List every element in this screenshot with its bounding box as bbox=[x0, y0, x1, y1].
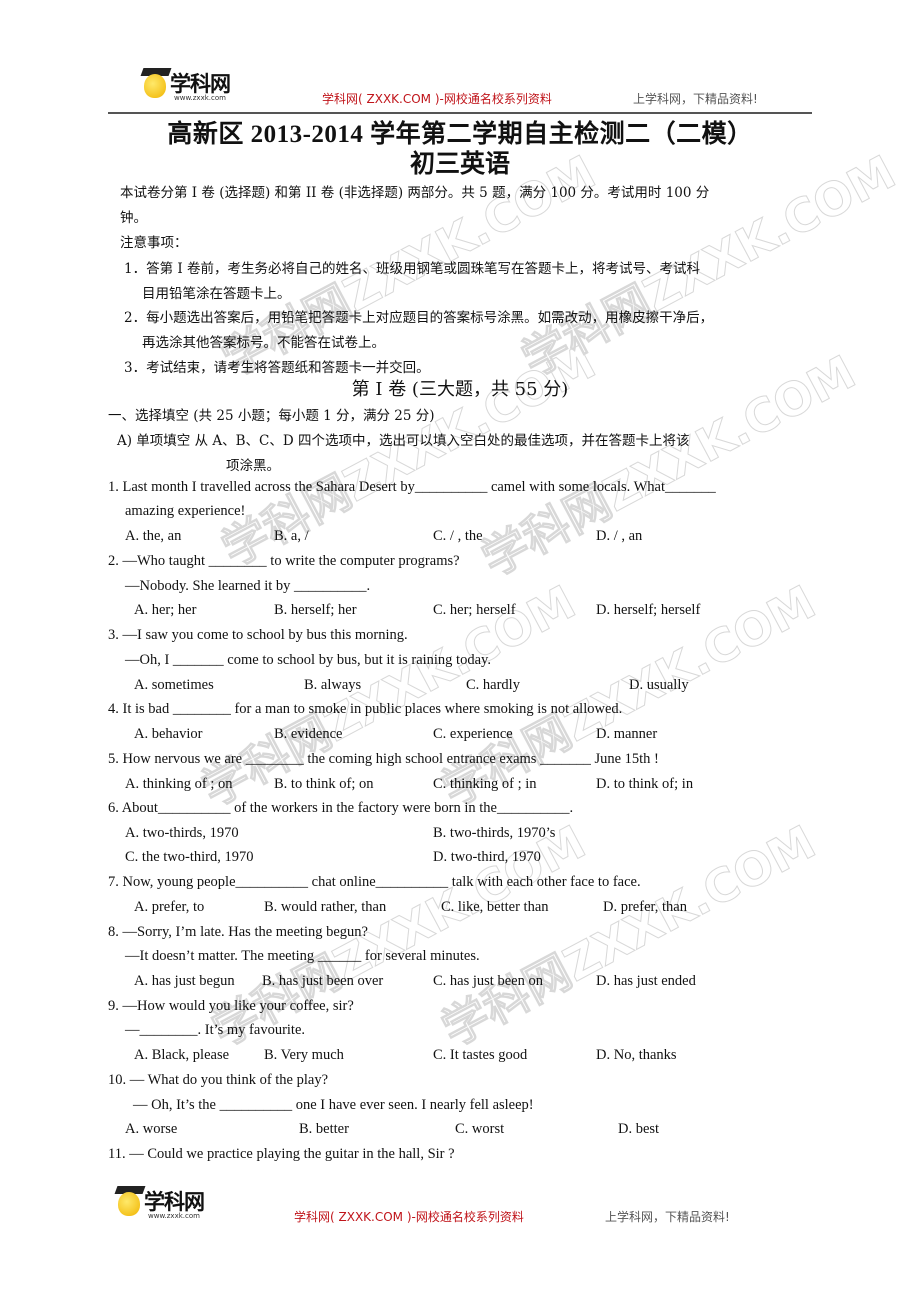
question-3: 3. —I saw you come to school by bus this… bbox=[108, 627, 408, 643]
option-a[interactable]: A. Black, please bbox=[134, 1047, 229, 1064]
option-a[interactable]: A. her; her bbox=[134, 602, 196, 619]
option-c[interactable]: C. her; herself bbox=[433, 602, 516, 619]
option-a[interactable]: A. prefer, to bbox=[134, 899, 204, 916]
option-a[interactable]: A. the, an bbox=[125, 528, 181, 545]
question-4: 4. It is bad ________ for a man to smoke… bbox=[108, 701, 623, 717]
question-3-cont: —Oh, I _______ come to school by bus, bu… bbox=[125, 652, 491, 668]
exam-subtitle: 初三英语 bbox=[409, 151, 510, 178]
question-5: 5. How nervous we are ________ the comin… bbox=[108, 751, 659, 767]
option-d[interactable]: D. / , an bbox=[596, 528, 642, 545]
question-10: 10. — What do you think of the play? bbox=[108, 1072, 329, 1088]
header-tagline: 上学科网，下精品资料! bbox=[633, 92, 758, 106]
question-8-cont: —It doesn’t matter. The meeting ______ f… bbox=[125, 948, 480, 964]
question-1: 1. Last month I travelled across the Sah… bbox=[108, 479, 716, 495]
intro-text-cont: 钟。 bbox=[120, 210, 147, 226]
option-d[interactable]: D. to think of; in bbox=[596, 776, 693, 793]
option-d[interactable]: D. herself; herself bbox=[596, 602, 700, 619]
note-item-cont: 目用铅笔涂在答题卡上。 bbox=[142, 286, 291, 302]
option-b[interactable]: B. two-thirds, 1970’s bbox=[433, 825, 555, 842]
question-11: 11. — Could we practice playing the guit… bbox=[108, 1146, 455, 1162]
option-c[interactable]: C. has just been on bbox=[433, 973, 543, 990]
footer-tagline: 上学科网，下精品资料! bbox=[605, 1210, 730, 1224]
question-1-cont: amazing experience! bbox=[125, 503, 246, 519]
option-b[interactable]: B. herself; her bbox=[274, 602, 357, 619]
logo-url: www.zxxk.com bbox=[148, 1212, 200, 1220]
intro-text: 本试卷分第 I 卷 (选择题) 和第 II 卷 (非选择题) 两部分。共 5 题… bbox=[120, 185, 710, 201]
option-d[interactable]: D. manner bbox=[596, 726, 657, 743]
option-b[interactable]: B. better bbox=[299, 1121, 349, 1138]
logo-url: www.zxxk.com bbox=[174, 94, 226, 102]
lightbulb-mascot-icon bbox=[144, 74, 166, 98]
section-heading: 一、选择填空 (共 25 小题；每小题 1 分，满分 25 分) bbox=[108, 408, 435, 424]
option-a[interactable]: A. sometimes bbox=[134, 677, 214, 694]
option-b[interactable]: B. always bbox=[304, 677, 361, 694]
option-b[interactable]: B. evidence bbox=[274, 726, 342, 743]
option-a[interactable]: A. has just begun bbox=[134, 973, 235, 990]
option-b[interactable]: B. would rather, than bbox=[264, 899, 386, 916]
page-header: 学科网 www.zxxk.com 学科网( ZXXK.COM )-网校通名校系列… bbox=[108, 66, 812, 112]
question-9-cont: —________. It’s my favourite. bbox=[125, 1022, 306, 1038]
note-item-cont: 再选涂其他答案标号。不能答在试卷上。 bbox=[142, 335, 385, 351]
option-c[interactable]: C. like, better than bbox=[441, 899, 549, 916]
option-c[interactable]: C. experience bbox=[433, 726, 513, 743]
option-d[interactable]: D. two-third, 1970 bbox=[433, 849, 541, 866]
question-2-cont: —Nobody. She learned it by __________. bbox=[125, 578, 371, 594]
part-heading: 第 I 卷 (三大题，共 55 分) bbox=[351, 379, 569, 400]
section-a-instructions: A) 单项填空 从 A、B、C、D 四个选项中，选出可以填入空白处的最佳选项，并… bbox=[117, 433, 690, 449]
option-c[interactable]: C. / , the bbox=[433, 528, 483, 545]
option-c[interactable]: C. hardly bbox=[466, 677, 520, 694]
question-6: 6. About__________ of the workers in the… bbox=[108, 800, 574, 816]
note-item: 1．答第 I 卷前，考生务必将自己的姓名、班级用钢笔或圆珠笔写在答题卡上，将考试… bbox=[124, 261, 701, 277]
question-7: 7. Now, young people__________ chat onli… bbox=[108, 874, 641, 890]
footer-slogan: 学科网( ZXXK.COM )-网校通名校系列资料 bbox=[294, 1210, 524, 1224]
option-a[interactable]: A. thinking of ; on bbox=[125, 776, 233, 793]
question-2: 2. —Who taught ________ to write the com… bbox=[108, 553, 460, 569]
note-item: 2．每小题选出答案后，用铅笔把答题卡上对应题目的答案标号涂黑。如需改动，用橡皮擦… bbox=[124, 310, 714, 326]
option-b[interactable]: B. a, / bbox=[274, 528, 309, 545]
notes-heading: 注意事项： bbox=[120, 235, 188, 251]
option-d[interactable]: D. usually bbox=[629, 677, 689, 694]
lightbulb-mascot-icon bbox=[118, 1192, 140, 1216]
option-b[interactable]: B. Very much bbox=[264, 1047, 344, 1064]
option-d[interactable]: D. best bbox=[618, 1121, 659, 1138]
option-a[interactable]: A. behavior bbox=[134, 726, 202, 743]
question-8: 8. —Sorry, I’m late. Has the meeting beg… bbox=[108, 924, 368, 940]
option-c[interactable]: C. worst bbox=[455, 1121, 504, 1138]
page-footer: 学科网 www.zxxk.com 学科网( ZXXK.COM )-网校通名校系列… bbox=[108, 1184, 812, 1230]
option-b[interactable]: B. to think of; on bbox=[274, 776, 374, 793]
option-d[interactable]: D. No, thanks bbox=[596, 1047, 677, 1064]
option-c[interactable]: C. thinking of ; in bbox=[433, 776, 537, 793]
option-c[interactable]: C. the two-third, 1970 bbox=[125, 849, 253, 866]
watermark: 学科网ZXXK.COM bbox=[432, 814, 824, 1057]
question-10-cont: — Oh, It’s the __________ one I have eve… bbox=[133, 1097, 534, 1113]
note-item: 3．考试结束，请考生将答题纸和答题卡一并交回。 bbox=[124, 360, 430, 376]
question-9: 9. —How would you like your coffee, sir? bbox=[108, 998, 354, 1014]
option-c[interactable]: C. It tastes good bbox=[433, 1047, 527, 1064]
site-logo[interactable]: 学科网 www.zxxk.com bbox=[114, 1184, 216, 1224]
option-a[interactable]: A. two-thirds, 1970 bbox=[125, 825, 239, 842]
option-a[interactable]: A. worse bbox=[125, 1121, 177, 1138]
site-logo[interactable]: 学科网 www.zxxk.com bbox=[140, 66, 242, 106]
option-d[interactable]: D. prefer, than bbox=[603, 899, 687, 916]
option-b[interactable]: B. has just been over bbox=[262, 973, 383, 990]
section-a-instructions-cont: 项涂黑。 bbox=[226, 458, 280, 474]
header-slogan: 学科网( ZXXK.COM )-网校通名校系列资料 bbox=[322, 92, 552, 106]
option-d[interactable]: D. has just ended bbox=[596, 973, 696, 990]
